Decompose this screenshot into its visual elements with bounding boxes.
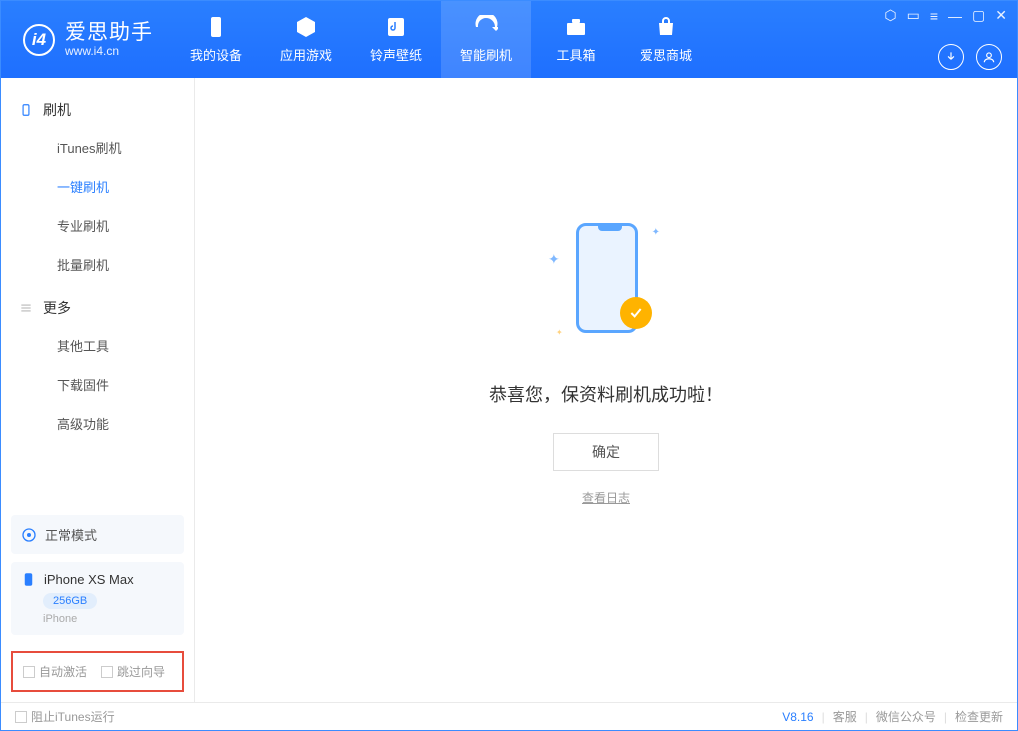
bag-icon xyxy=(654,15,678,39)
footer: 阻止iTunes运行 V8.16 | 客服 | 微信公众号 | 检查更新 xyxy=(1,702,1017,730)
footer-link-support[interactable]: 客服 xyxy=(833,708,857,725)
checkbox-label: 自动激活 xyxy=(39,663,87,680)
header-right: ⬡ ▭ ≡ — ▢ ✕ xyxy=(884,1,1007,78)
note-icon[interactable]: ▭ xyxy=(907,7,920,24)
check-badge-icon xyxy=(620,297,652,329)
checkbox-icon xyxy=(23,666,35,678)
download-icon[interactable] xyxy=(938,44,964,70)
tab-apps-games[interactable]: 应用游戏 xyxy=(261,1,351,78)
mode-label: 正常模式 xyxy=(45,525,97,544)
device-type-label: iPhone xyxy=(43,613,174,625)
shirt-icon[interactable]: ⬡ xyxy=(884,7,896,24)
logo-area: i4 爱思助手 www.i4.cn xyxy=(1,1,171,78)
sidebar-group-flash: 刷机 iTunes刷机 一键刷机 专业刷机 批量刷机 xyxy=(1,92,194,290)
body: 刷机 iTunes刷机 一键刷机 专业刷机 批量刷机 更多 其他工具 下载固件 … xyxy=(1,78,1017,702)
checkbox-auto-activate[interactable]: 自动激活 xyxy=(23,663,87,680)
footer-left: 阻止iTunes运行 xyxy=(15,708,115,725)
footer-link-wechat[interactable]: 微信公众号 xyxy=(876,708,936,725)
phone-outline-icon xyxy=(19,103,33,117)
cube-icon xyxy=(294,15,318,39)
tab-label: 工具箱 xyxy=(556,45,595,64)
sidebar-item-advanced[interactable]: 高级功能 xyxy=(1,404,194,443)
footer-link-update[interactable]: 检查更新 xyxy=(955,708,1003,725)
checkbox-icon xyxy=(101,666,113,678)
list-icon xyxy=(19,301,33,315)
sparkle-icon: ✦ xyxy=(548,251,560,268)
device-capacity-badge: 256GB xyxy=(43,593,97,609)
success-illustration: ✦ ✦ ✦ xyxy=(546,215,666,355)
version-label: V8.16 xyxy=(782,710,813,724)
app-subtitle: www.i4.cn xyxy=(65,45,153,59)
music-note-icon xyxy=(384,15,408,39)
device-name-row: iPhone XS Max xyxy=(21,572,174,587)
main-tabs: 我的设备 应用游戏 铃声壁纸 智能刷机 工具箱 爱思商城 xyxy=(171,1,711,78)
device-info[interactable]: iPhone XS Max 256GB iPhone xyxy=(11,562,184,635)
view-log-link[interactable]: 查看日志 xyxy=(582,489,630,506)
maximize-button[interactable]: ▢ xyxy=(972,7,985,24)
sidebar-item-other-tools[interactable]: 其他工具 xyxy=(1,326,194,365)
window-controls: ⬡ ▭ ≡ — ▢ ✕ xyxy=(884,7,1007,24)
menu-icon[interactable]: ≡ xyxy=(930,8,938,24)
checkbox-label: 阻止iTunes运行 xyxy=(31,708,115,725)
tab-label: 智能刷机 xyxy=(460,45,512,64)
sidebar-group-label: 更多 xyxy=(43,298,71,318)
mode-indicator[interactable]: 正常模式 xyxy=(11,515,184,554)
sidebar-group-label: 刷机 xyxy=(43,100,71,120)
sidebar-item-pro-flash[interactable]: 专业刷机 xyxy=(1,206,194,245)
footer-right: V8.16 | 客服 | 微信公众号 | 检查更新 xyxy=(782,708,1003,725)
sidebar-item-oneclick-flash[interactable]: 一键刷机 xyxy=(1,167,194,206)
sidebar-item-download-firmware[interactable]: 下载固件 xyxy=(1,365,194,404)
tab-smart-flash[interactable]: 智能刷机 xyxy=(441,1,531,78)
options-box: 自动激活 跳过向导 xyxy=(11,651,184,692)
user-icon[interactable] xyxy=(976,44,1002,70)
checkbox-label: 跳过向导 xyxy=(117,663,165,680)
app-logo-icon: i4 xyxy=(23,24,55,56)
main-content: ✦ ✦ ✦ 恭喜您，保资料刷机成功啦！ 确定 查看日志 xyxy=(195,78,1017,702)
sidebar-item-itunes-flash[interactable]: iTunes刷机 xyxy=(1,128,194,167)
phone-icon xyxy=(204,15,228,39)
success-message: 恭喜您，保资料刷机成功啦！ xyxy=(489,381,723,407)
close-button[interactable]: ✕ xyxy=(995,7,1007,24)
toolbox-icon xyxy=(564,15,588,39)
tab-store[interactable]: 爱思商城 xyxy=(621,1,711,78)
device-phone-icon xyxy=(21,572,36,587)
checkbox-icon xyxy=(15,711,27,723)
tab-my-device[interactable]: 我的设备 xyxy=(171,1,261,78)
tab-label: 铃声壁纸 xyxy=(370,45,422,64)
checkbox-block-itunes[interactable]: 阻止iTunes运行 xyxy=(15,708,115,725)
tab-ringtone-wallpaper[interactable]: 铃声壁纸 xyxy=(351,1,441,78)
sparkle-icon: ✦ xyxy=(556,328,563,337)
tab-label: 我的设备 xyxy=(190,45,242,64)
device-name-label: iPhone XS Max xyxy=(44,572,134,587)
ok-button[interactable]: 确定 xyxy=(553,433,659,471)
sidebar-group-more: 更多 其他工具 下载固件 高级功能 xyxy=(1,290,194,449)
minimize-button[interactable]: — xyxy=(948,8,962,24)
tab-label: 爱思商城 xyxy=(640,45,692,64)
sync-icon xyxy=(474,15,498,39)
tab-toolbox[interactable]: 工具箱 xyxy=(531,1,621,78)
mode-icon xyxy=(21,527,37,543)
sidebar: 刷机 iTunes刷机 一键刷机 专业刷机 批量刷机 更多 其他工具 下载固件 … xyxy=(1,78,195,702)
app-title: 爱思助手 xyxy=(65,21,153,45)
sparkle-icon: ✦ xyxy=(652,227,660,238)
checkbox-skip-guide[interactable]: 跳过向导 xyxy=(101,663,165,680)
sidebar-header-more: 更多 xyxy=(1,290,194,326)
account-icons xyxy=(938,44,1007,70)
sidebar-item-batch-flash[interactable]: 批量刷机 xyxy=(1,245,194,284)
tab-label: 应用游戏 xyxy=(280,45,332,64)
sidebar-header-flash: 刷机 xyxy=(1,92,194,128)
header: i4 爱思助手 www.i4.cn 我的设备 应用游戏 铃声壁纸 智能刷机 工具… xyxy=(1,1,1017,78)
